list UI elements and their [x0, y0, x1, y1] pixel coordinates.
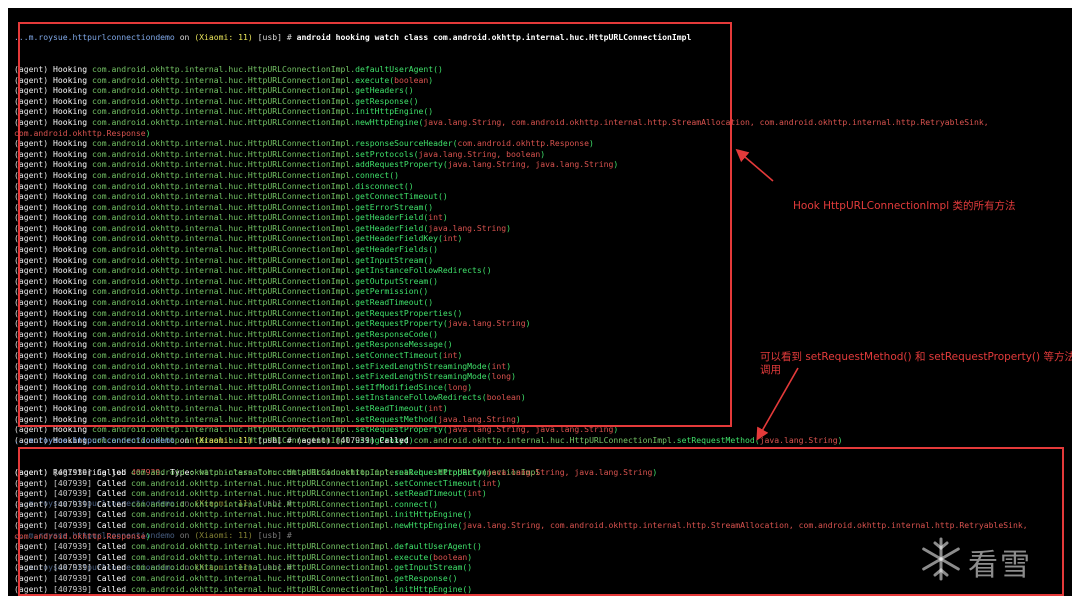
- annotation-calls-seen: 可以看到 setRequestMethod() 和 setRequestProp…: [760, 351, 1072, 376]
- terminal-window: ...m.roysue.httpurlconnectiondemo on (Xi…: [8, 8, 1072, 596]
- watermark-logo: 看雪: [914, 532, 1064, 588]
- arrow-to-hooks: [735, 148, 774, 182]
- watermark-text: 看雪: [968, 548, 1032, 583]
- arrow-to-calls: [756, 367, 799, 441]
- annotation-arrows: [735, 148, 799, 441]
- annotation-hook-all: Hook HttpURLConnectionImpl 类的所有方法: [793, 200, 1016, 212]
- snowflake-icon: [922, 537, 960, 581]
